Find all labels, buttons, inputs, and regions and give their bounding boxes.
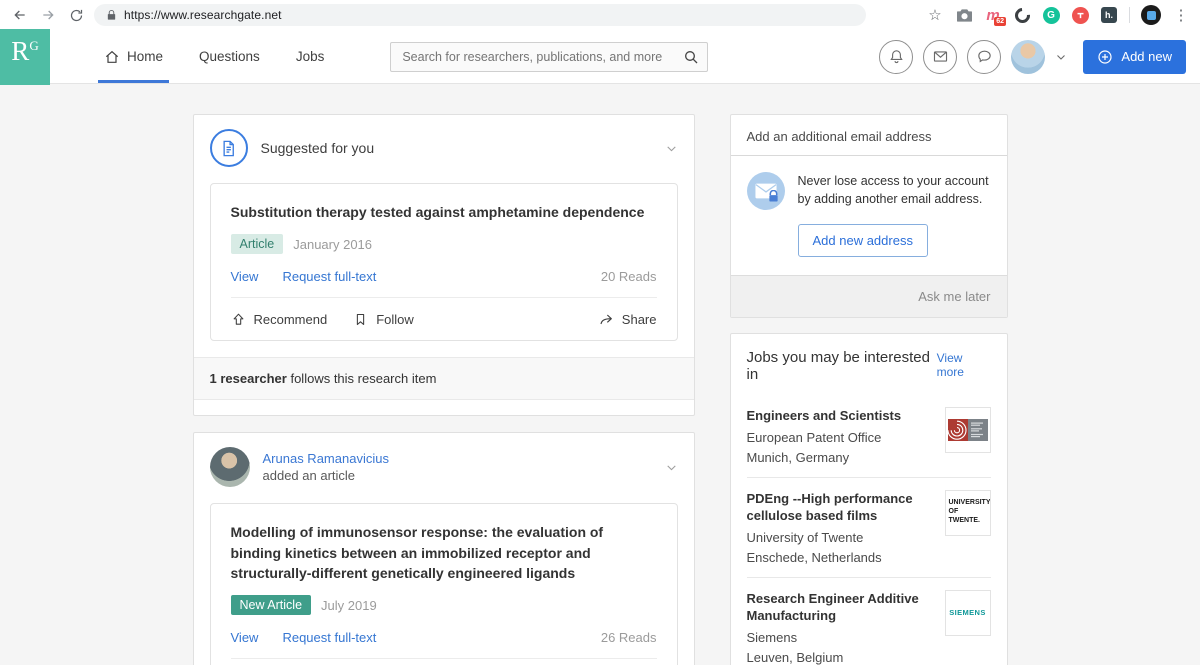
card-chevron-down-icon[interactable]: [665, 142, 678, 155]
author-name-link[interactable]: Arunas Ramanavicius: [263, 451, 389, 466]
h-extension-icon[interactable]: h.: [1100, 6, 1118, 24]
divider: [1129, 7, 1130, 23]
item-type-badge: Article: [231, 234, 284, 254]
jobs-card-title: Jobs you may be interested in: [747, 349, 937, 383]
arrow-up-icon: [231, 312, 246, 327]
ask-me-later-link[interactable]: Ask me later: [918, 289, 990, 304]
epo-logo: [945, 407, 991, 453]
university-of-twente-logo: UNIVERSITY OF TWENTE.: [945, 490, 991, 536]
author-action-label: added an article: [263, 468, 389, 483]
search-input[interactable]: [390, 42, 708, 72]
share-button[interactable]: Share: [598, 311, 657, 327]
share-arrow-icon: [598, 311, 614, 327]
camera-extension-icon[interactable]: [955, 6, 973, 24]
nav-home[interactable]: Home: [86, 30, 181, 83]
notifications-button[interactable]: [879, 40, 913, 74]
feed-card-footer: 1 researcher follows this research item: [194, 357, 694, 400]
bookmark-star-icon[interactable]: ☆: [926, 6, 944, 24]
plus-circle-icon: [1097, 49, 1113, 65]
badge-row: New Article July 2019: [231, 595, 657, 615]
research-item-title[interactable]: Substitution therapy tested against amph…: [231, 202, 657, 222]
feed-card-suggested: Suggested for you Substitution therapy t…: [193, 114, 695, 416]
sidebar-column: Add an additional email address Never lo…: [730, 114, 1008, 665]
extension-badge: 62: [994, 17, 1006, 26]
view-more-link[interactable]: View more: [937, 351, 991, 379]
url-text: https://www.researchgate.net: [124, 8, 282, 22]
request-fulltext-link[interactable]: Request full-text: [282, 269, 376, 284]
reads-count: 20 Reads: [601, 269, 657, 284]
search-icon[interactable]: [683, 49, 699, 65]
job-row[interactable]: Research Engineer Additive Manufacturing…: [747, 577, 991, 665]
speech-bubble-icon: [976, 48, 993, 65]
feed-card-header: Arunas Ramanavicius added an article: [194, 433, 694, 501]
envelope-icon: [932, 48, 949, 65]
research-item: Modelling of immunosensor response: the …: [210, 503, 678, 665]
links-row: View Request full-text 26 Reads: [231, 630, 657, 645]
author-avatar[interactable]: [210, 447, 250, 487]
email-card-body: Never lose access to your account by add…: [798, 172, 991, 210]
lock-icon: [106, 9, 117, 21]
app-header: RG Home Questions Jobs: [0, 30, 1200, 84]
siemens-logo: SIEMENS: [945, 590, 991, 636]
email-card-title: Add an additional email address: [731, 115, 1007, 156]
item-date: January 2016: [293, 237, 372, 252]
browser-extensions: ☆ m 62 G h. ⋮: [926, 5, 1190, 25]
actions-row: Recommend Follow Share: [231, 297, 657, 340]
item-date: July 2019: [321, 598, 377, 613]
badge-row: Article January 2016: [231, 234, 657, 254]
item-type-badge: New Article: [231, 595, 312, 615]
profile-chevron-down-icon[interactable]: [1055, 51, 1067, 63]
actions-row: Recommend Follow Share: [231, 658, 657, 665]
screen: https://www.researchgate.net ☆ m 62 G h.: [0, 0, 1200, 665]
job-row[interactable]: PDEng --High performance cellulose based…: [747, 477, 991, 577]
job-row[interactable]: Engineers and Scientists European Patent…: [747, 395, 991, 477]
reload-icon[interactable]: [66, 5, 86, 25]
research-item-title[interactable]: Modelling of immunosensor response: the …: [231, 522, 657, 583]
research-item: Substitution therapy tested against amph…: [210, 183, 678, 341]
envelope-lock-icon: [747, 172, 785, 210]
add-new-button[interactable]: Add new: [1083, 40, 1186, 74]
header-actions: Add new: [879, 40, 1200, 74]
nav-jobs[interactable]: Jobs: [278, 30, 343, 83]
feed-column: Suggested for you Substitution therapy t…: [193, 114, 695, 665]
url-bar[interactable]: https://www.researchgate.net: [94, 4, 866, 26]
profile-avatar[interactable]: [1011, 40, 1045, 74]
view-link[interactable]: View: [231, 269, 259, 284]
bell-icon: [888, 48, 905, 65]
reads-count: 26 Reads: [601, 630, 657, 645]
browser-profile-avatar[interactable]: [1141, 5, 1161, 25]
qa-button[interactable]: [967, 40, 1001, 74]
metrics-extension-icon[interactable]: m 62: [984, 6, 1002, 24]
feed-card-author: Arunas Ramanavicius added an article Mod…: [193, 432, 695, 665]
bookmark-icon: [353, 312, 368, 327]
recommend-button[interactable]: Recommend: [231, 312, 328, 327]
browser-chrome: https://www.researchgate.net ☆ m 62 G h.: [0, 0, 1200, 30]
card-chevron-down-icon[interactable]: [665, 461, 678, 474]
add-new-address-button[interactable]: Add new address: [798, 224, 928, 257]
messages-button[interactable]: [923, 40, 957, 74]
view-link[interactable]: View: [231, 630, 259, 645]
forward-icon[interactable]: [38, 5, 58, 25]
main-nav: Home Questions Jobs: [86, 30, 342, 83]
jobs-card: Jobs you may be interested in View more …: [730, 333, 1008, 665]
researchgate-logo[interactable]: RG: [0, 29, 50, 85]
grammarly-extension-icon[interactable]: G: [1042, 6, 1060, 24]
kebab-menu-icon[interactable]: ⋮: [1172, 6, 1190, 24]
suggested-document-icon: [210, 129, 248, 167]
follow-button[interactable]: Follow: [353, 312, 414, 327]
request-fulltext-link[interactable]: Request full-text: [282, 630, 376, 645]
feed-card-header: Suggested for you: [194, 115, 694, 181]
search-bar: [390, 42, 708, 72]
home-icon: [104, 49, 120, 65]
feed-source-label: Suggested for you: [261, 140, 375, 156]
nav-questions[interactable]: Questions: [181, 30, 278, 83]
links-row: View Request full-text 20 Reads: [231, 269, 657, 284]
back-icon[interactable]: [10, 5, 30, 25]
spiral-extension-icon[interactable]: [1013, 6, 1031, 24]
page-content: Suggested for you Substitution therapy t…: [193, 114, 1008, 665]
email-card: Add an additional email address Never lo…: [730, 114, 1008, 318]
red-extension-icon[interactable]: [1071, 6, 1089, 24]
